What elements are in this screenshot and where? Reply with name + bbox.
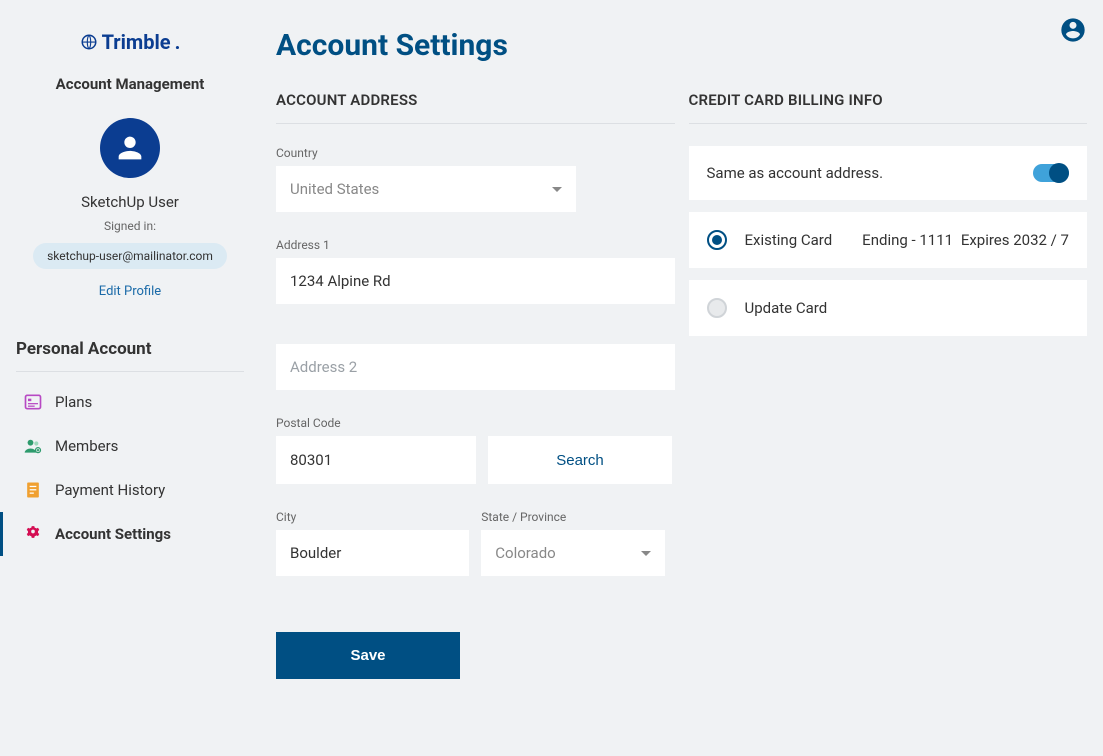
account-settings-icon <box>23 524 43 544</box>
nav-account-settings[interactable]: Account Settings <box>0 512 260 556</box>
postal-input[interactable] <box>276 436 476 484</box>
country-label: Country <box>276 146 675 160</box>
plans-icon <box>23 392 43 412</box>
nav-members-label: Members <box>55 437 118 455</box>
nav-payment-history-label: Payment History <box>55 481 165 499</box>
nav-payment-history[interactable]: Payment History <box>0 468 260 512</box>
address2-input[interactable] <box>276 344 675 390</box>
user-avatar <box>100 118 160 178</box>
save-button[interactable]: Save <box>276 632 460 679</box>
address1-label: Address 1 <box>276 238 675 252</box>
billing-header: CREDIT CARD BILLING INFO <box>689 91 1088 124</box>
top-profile-button[interactable] <box>1059 16 1087 44</box>
same-as-toggle[interactable] <box>1033 164 1069 182</box>
brand-name: Trimble <box>102 30 171 54</box>
signed-in-label: Signed in: <box>0 219 260 233</box>
billing-column: CREDIT CARD BILLING INFO Same as account… <box>689 91 1088 679</box>
nav-plans-label: Plans <box>55 393 92 411</box>
update-card-radio[interactable] <box>707 298 727 318</box>
state-label: State / Province <box>481 510 674 524</box>
main-content: Account Settings ACCOUNT ADDRESS Country… <box>260 0 1103 756</box>
personal-account-header: Personal Account <box>0 339 260 371</box>
sidebar: Trimble. Account Management SketchUp Use… <box>0 0 260 756</box>
city-input[interactable] <box>276 530 469 576</box>
account-address-column: ACCOUNT ADDRESS Country United States Ad… <box>276 91 675 679</box>
chevron-down-icon <box>552 187 562 192</box>
same-as-address-row: Same as account address. <box>689 146 1088 200</box>
city-label: City <box>276 510 469 524</box>
user-email-pill[interactable]: sketchup-user@mailinator.com <box>33 243 227 269</box>
account-address-header: ACCOUNT ADDRESS <box>276 91 675 124</box>
existing-card-row[interactable]: Existing Card Ending - 1111 Expires 2032… <box>689 212 1088 268</box>
card-ending: Ending - 1111 <box>862 231 953 249</box>
address1-input[interactable] <box>276 258 675 304</box>
trimble-globe-icon <box>80 33 98 51</box>
same-as-label: Same as account address. <box>707 164 884 182</box>
edit-profile-link[interactable]: Edit Profile <box>0 284 260 299</box>
members-icon <box>23 436 43 456</box>
search-button[interactable]: Search <box>488 436 672 484</box>
update-card-row[interactable]: Update Card <box>689 280 1088 336</box>
state-select[interactable]: Colorado <box>481 530 665 576</box>
state-value: Colorado <box>495 544 555 562</box>
nav-members[interactable]: Members <box>0 424 260 468</box>
page-title: Account Settings <box>276 28 1087 63</box>
existing-card-label: Existing Card <box>745 231 833 249</box>
country-select[interactable]: United States <box>276 166 576 212</box>
card-expires: Expires 2032 / 7 <box>961 231 1069 249</box>
user-name: SketchUp User <box>0 193 260 211</box>
brand-logo: Trimble. <box>0 30 260 55</box>
nav-plans[interactable]: Plans <box>0 380 260 424</box>
update-card-label: Update Card <box>745 299 828 317</box>
account-management-label: Account Management <box>0 75 260 93</box>
nav-account-settings-label: Account Settings <box>55 525 171 543</box>
sidebar-divider <box>16 371 244 372</box>
person-icon <box>113 131 147 165</box>
country-value: United States <box>290 180 379 198</box>
payment-history-icon <box>23 480 43 500</box>
account-circle-icon <box>1059 16 1087 44</box>
chevron-down-icon <box>641 551 651 556</box>
existing-card-radio[interactable] <box>707 230 727 250</box>
postal-label: Postal Code <box>276 416 675 430</box>
